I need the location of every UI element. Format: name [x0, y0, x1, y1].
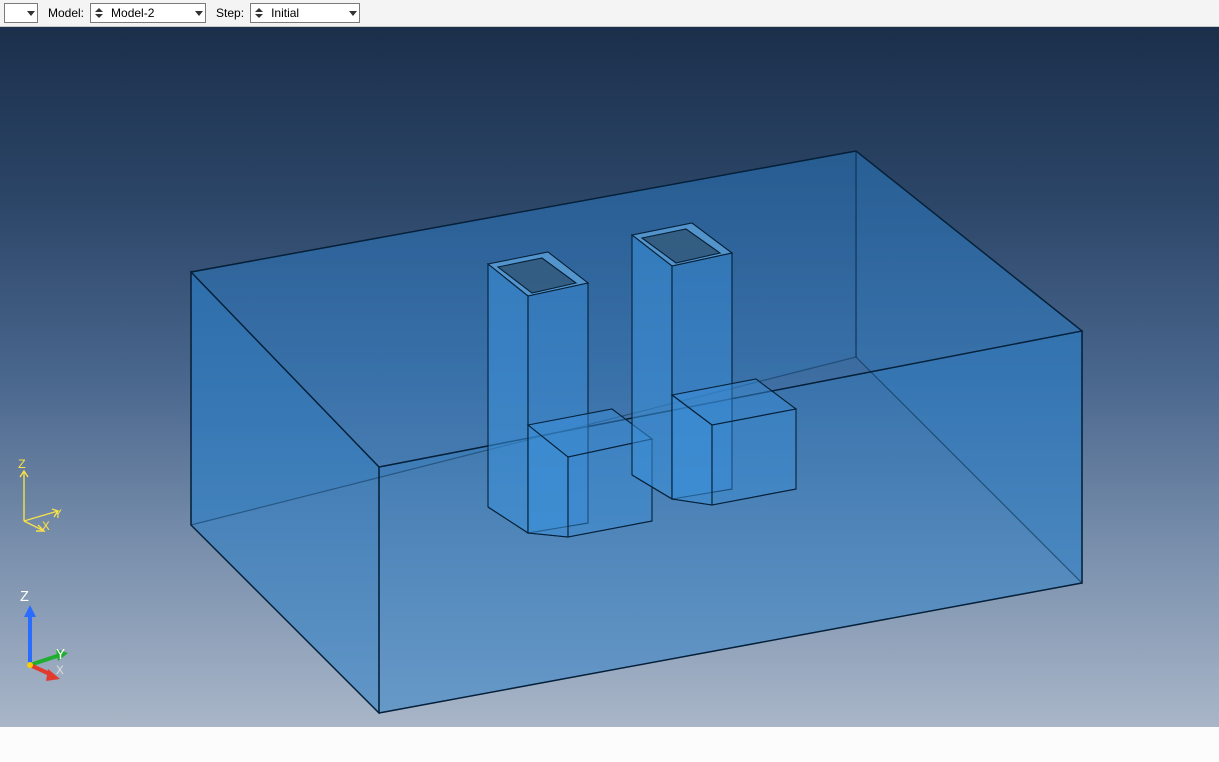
chevron-down-icon [27, 11, 35, 16]
module-dropdown[interactable] [4, 3, 38, 23]
model-render [0, 27, 1219, 727]
model-label: Model: [48, 6, 84, 20]
axis-y-label: Y [54, 507, 62, 522]
step-value: Initial [271, 6, 345, 20]
step-dropdown[interactable]: Initial [250, 3, 360, 23]
axis-y-label: Y [56, 647, 65, 664]
axis-z-label: Z [20, 589, 29, 606]
spin-down-icon [255, 13, 263, 19]
axis-x-label: X [42, 519, 50, 534]
model-dropdown[interactable]: Model-2 [90, 3, 206, 23]
model-spinner[interactable] [95, 7, 103, 19]
step-label: Step: [216, 6, 244, 20]
message-area [0, 727, 1219, 762]
context-toolbar: Model: Model-2 Step: Initial [0, 0, 1219, 27]
chevron-down-icon [349, 11, 357, 16]
model-value: Model-2 [111, 6, 191, 20]
chevron-down-icon [195, 11, 203, 16]
step-spinner[interactable] [255, 7, 263, 19]
axis-z-label: Z [18, 457, 26, 472]
spin-down-icon [95, 13, 103, 19]
viewport-3d[interactable]: Z Y X Z Y X [0, 27, 1219, 727]
axis-x-label: X [56, 663, 64, 678]
